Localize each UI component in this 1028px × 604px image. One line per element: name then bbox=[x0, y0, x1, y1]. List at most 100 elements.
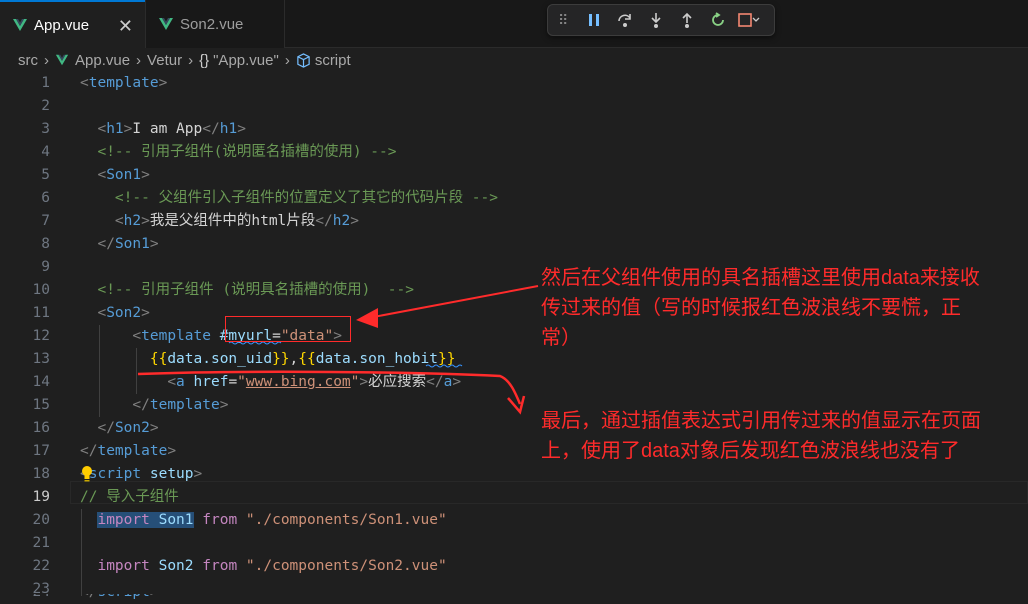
line-number: 13 bbox=[32, 351, 50, 367]
line-number: 20 bbox=[32, 512, 50, 528]
code-comment: <!-- 父组件引入子组件的位置定义了其它的代码片段 --> bbox=[114, 190, 498, 206]
code-line: 20 import Son1 from "./components/Son1.v… bbox=[0, 509, 1028, 532]
tab-label: Son2.vue bbox=[180, 15, 244, 33]
code-line: 6 <!-- 父组件引入子组件的位置定义了其它的代码片段 --> bbox=[0, 187, 1028, 210]
lightbulb-icon[interactable] bbox=[80, 465, 94, 488]
line-content: <!-- 引用子组件(说明匿名插槽的使用) --> bbox=[80, 141, 397, 164]
line-content: </Son2> bbox=[97, 420, 159, 436]
tab-app-vue[interactable]: App.vue ✕ bbox=[0, 0, 145, 48]
chevron-right-icon: › bbox=[284, 51, 290, 69]
code-line: 5 <Son1> bbox=[0, 164, 1028, 187]
line-content: <h1>I am App</h1> bbox=[97, 121, 246, 137]
keyword: from bbox=[202, 512, 238, 528]
chevron-right-icon: › bbox=[188, 51, 194, 69]
annotation-line: 最后，通过插值表达式引用传过来的值显示在页面 bbox=[541, 410, 981, 432]
tag-name: template bbox=[141, 328, 211, 344]
line-content: <a href="www.bing.com">必应搜索</a> bbox=[167, 374, 462, 390]
interpolation-prop: .son_hobit bbox=[350, 351, 438, 367]
step-into-icon[interactable] bbox=[640, 6, 671, 34]
tab-label: App.vue bbox=[34, 16, 90, 34]
breadcrumb-file[interactable]: App.vue bbox=[55, 52, 130, 69]
tag-name: template bbox=[88, 75, 159, 91]
line-content: import Son1 from "./components/Son1.vue" bbox=[80, 509, 447, 532]
line-content: <!-- 引用子组件 (说明具名插槽的使用) --> bbox=[80, 279, 414, 302]
pause-icon[interactable] bbox=[578, 6, 609, 34]
interpolation-var: data bbox=[167, 351, 203, 367]
tag-name: template bbox=[149, 397, 220, 413]
debug-toolbar: ⠿ bbox=[547, 4, 775, 36]
step-over-icon[interactable] bbox=[609, 6, 640, 34]
line-content: {{data.son_uid}},{{data.son_hobit}} bbox=[149, 351, 456, 367]
annotation-line: 然后在父组件使用的具名插槽这里使用data来接收 bbox=[541, 267, 980, 289]
drag-handle-icon[interactable]: ⠿ bbox=[558, 12, 572, 29]
restart-icon[interactable] bbox=[702, 6, 733, 34]
line-content: </script> bbox=[80, 594, 159, 604]
step-out-icon[interactable] bbox=[671, 6, 702, 34]
line-content: </Son1> bbox=[97, 236, 159, 252]
vue-file-icon bbox=[158, 16, 174, 32]
breadcrumb-file-label: App.vue bbox=[75, 51, 131, 69]
tag-name: h2 bbox=[332, 213, 351, 229]
line-number: 17 bbox=[32, 443, 50, 459]
line-number: 3 bbox=[41, 121, 50, 137]
keyword: import bbox=[97, 512, 150, 528]
tag-name: Son1 bbox=[106, 167, 142, 183]
interpolation-var: data bbox=[315, 351, 351, 367]
annotation-line: 常） bbox=[541, 327, 581, 349]
breadcrumb-src[interactable]: src bbox=[18, 52, 38, 69]
stop-icon[interactable] bbox=[733, 6, 764, 34]
chevron-right-icon: › bbox=[136, 51, 142, 69]
line-number: 18 bbox=[32, 466, 50, 482]
tag-name: Son2 bbox=[114, 420, 150, 436]
line-number: 21 bbox=[32, 535, 50, 551]
line-content: <Son1> bbox=[97, 167, 150, 183]
code-line: 8 </Son1> bbox=[0, 233, 1028, 256]
breadcrumb-object[interactable]: {} "App.vue" bbox=[199, 52, 279, 69]
line-number: 7 bbox=[41, 213, 50, 229]
tag-name: h2 bbox=[123, 213, 142, 229]
tab-son2-vue[interactable]: Son2.vue bbox=[145, 0, 285, 48]
breadcrumb-vetur[interactable]: Vetur bbox=[147, 52, 182, 69]
line-number: 9 bbox=[41, 259, 50, 275]
cube-icon bbox=[296, 52, 311, 68]
close-icon[interactable]: ✕ bbox=[118, 16, 133, 37]
tag-name: a bbox=[176, 374, 185, 390]
text-content: , bbox=[289, 351, 299, 367]
line-content: <Son2> bbox=[97, 305, 150, 321]
attribute-name: href bbox=[193, 374, 229, 390]
line-number: 22 bbox=[32, 558, 50, 574]
line-number: 8 bbox=[41, 236, 50, 252]
tag-name: Son2 bbox=[106, 305, 142, 321]
line-content: <script setup> bbox=[80, 466, 203, 482]
line-number: 19 bbox=[32, 489, 50, 505]
text-content: 我是父组件中的html片段 bbox=[149, 213, 316, 229]
line-number: 4 bbox=[41, 144, 50, 160]
code-line: 14 <a href="www.bing.com">必应搜索</a> bbox=[0, 371, 1028, 394]
text-content: 必应搜索 bbox=[368, 374, 427, 390]
line-content: <template> bbox=[80, 75, 168, 91]
breadcrumb-script-label: script bbox=[314, 51, 351, 69]
code-line: 19 // 导入子组件 bbox=[0, 486, 1028, 509]
line-number: 16 bbox=[32, 420, 50, 436]
code-line: 22 import Son2 from "./components/Son2.v… bbox=[0, 555, 1028, 578]
line-number: 5 bbox=[41, 167, 50, 183]
string-literal: "./components/Son1.vue" bbox=[245, 512, 447, 528]
line-number: 10 bbox=[32, 282, 50, 298]
line-content: import Son2 from "./components/Son2.vue" bbox=[80, 555, 446, 578]
line-content: <!-- 父组件引入子组件的位置定义了其它的代码片段 --> bbox=[80, 187, 498, 210]
tag-name: script bbox=[88, 466, 142, 482]
breadcrumb-app-vue: "App.vue" bbox=[213, 51, 279, 69]
line-number: 24 bbox=[0, 594, 50, 604]
annotation-note-1: 然后在父组件使用的具名插槽这里使用data来接收 传过来的值（写的时候报红色波浪… bbox=[541, 263, 1021, 353]
line-content: </template> bbox=[132, 397, 229, 413]
vue-file-icon bbox=[12, 17, 28, 33]
keyword: from bbox=[202, 558, 238, 574]
line-content: // 导入子组件 bbox=[80, 486, 179, 509]
tag-name: h1 bbox=[106, 121, 124, 137]
code-comment: <!-- 引用子组件(说明匿名插槽的使用) --> bbox=[97, 144, 397, 160]
line-number: 1 bbox=[41, 75, 50, 91]
url-link[interactable]: www.bing.com bbox=[246, 374, 351, 390]
line-number: 2 bbox=[41, 98, 50, 114]
breadcrumb-script[interactable]: script bbox=[296, 52, 351, 69]
code-line: 2 bbox=[0, 95, 1028, 118]
